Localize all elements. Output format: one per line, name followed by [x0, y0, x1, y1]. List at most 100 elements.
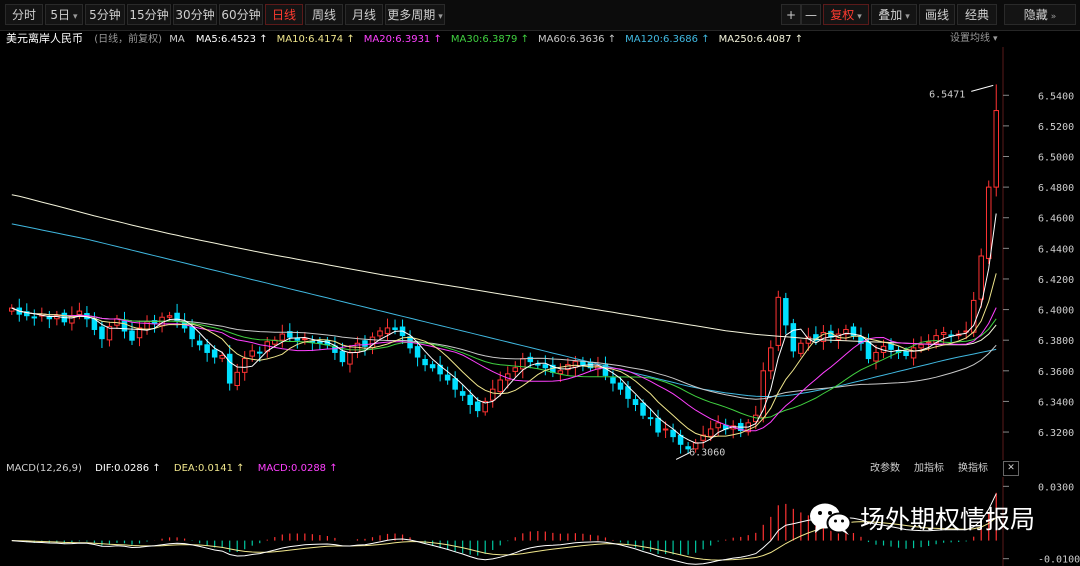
ma-label: MA	[169, 34, 185, 45]
candle-body	[392, 327, 398, 330]
candle-body	[617, 382, 624, 390]
chevron-down-icon: ▾	[73, 12, 78, 22]
candle-body	[978, 255, 984, 300]
period-tab-label: 分时	[11, 8, 36, 22]
arrow-up-icon: ↑	[343, 34, 355, 45]
candle-body	[580, 361, 586, 366]
add-indicator-button[interactable]: 加指标	[914, 460, 944, 477]
macd-arrow-icon: ↑	[329, 463, 338, 474]
toolbar-button-1[interactable]: —	[801, 4, 821, 25]
period-tab-label: 60分钟	[221, 8, 261, 22]
candle-body	[422, 358, 428, 366]
ma-legend-item: MA250:6.4087 ↑	[719, 34, 803, 45]
low-annotation: 6.3060	[689, 447, 725, 458]
arrow-up-icon: ↑	[604, 34, 617, 45]
period-tab-2[interactable]: 5分钟	[85, 4, 125, 25]
candle-body	[294, 337, 301, 341]
candle-body	[572, 361, 579, 368]
period-tab-4[interactable]: 30分钟	[173, 4, 217, 25]
candle-body	[775, 296, 782, 346]
candle-body	[768, 347, 774, 372]
toolbar-button-2[interactable]: 复权 ▾	[823, 4, 869, 25]
candle-body	[211, 349, 218, 358]
period-tab-0[interactable]: 分时	[5, 4, 43, 25]
candle-body	[234, 371, 240, 387]
period-tab-label: 5日	[50, 8, 71, 22]
ma-legend-value: MA250:6.4087	[718, 34, 792, 45]
ma-legend-value: MA120:6.3686	[625, 34, 699, 45]
toolbar-button-4[interactable]: 画线	[919, 4, 955, 25]
candle-body	[985, 186, 992, 259]
candle-body	[873, 351, 879, 362]
candle-body	[339, 350, 346, 363]
change-params-button[interactable]: 改参数	[870, 460, 900, 477]
candle-body	[918, 344, 924, 349]
y-tick-label: 6.4400	[1038, 244, 1074, 255]
period-tab-9[interactable]: 更多周期 ▾	[385, 4, 445, 25]
toolbar-button-6[interactable]: 隐藏»	[1004, 4, 1076, 25]
candle-body	[655, 417, 661, 433]
candle-body	[474, 401, 481, 412]
y-tick-label: 6.4600	[1038, 214, 1074, 225]
candle-body	[783, 298, 789, 326]
toolbar-button-0[interactable]: +	[781, 4, 801, 25]
arrow-up-icon: ↑	[430, 34, 442, 45]
period-tab-label: 日线	[271, 8, 296, 22]
y-tick-label: 6.5400	[1038, 91, 1074, 102]
period-tab-5[interactable]: 60分钟	[219, 4, 263, 25]
macd-value: MACD:0.0288	[257, 463, 327, 474]
candle-body	[414, 346, 421, 358]
toolbar-button-label: 经典	[964, 8, 989, 22]
candle-body	[31, 316, 38, 319]
toolbar-button-5[interactable]: 经典	[957, 4, 997, 25]
close-icon[interactable]: ✕	[1003, 461, 1019, 476]
candle-body	[715, 422, 721, 429]
macd-tick-label: 0.0300	[1038, 482, 1074, 493]
candle-body	[993, 110, 999, 188]
dea-value: DEA:0.0141	[173, 463, 233, 474]
y-tick-label: 6.4200	[1038, 275, 1074, 286]
candlestick-chart[interactable]: 6.5400 6.5200 6.5000 6.4800 6.4600 6.4400 6.42…	[0, 47, 1080, 460]
toolbar-button-3[interactable]: 叠加 ▾	[871, 4, 917, 25]
high-annotation: 6.5471	[929, 89, 965, 100]
watermark: 场外期权情报局	[808, 500, 1035, 536]
toolbar-button-label: 复权	[830, 8, 855, 22]
candle-body	[219, 355, 225, 359]
double-chevron-right-icon: »	[1050, 12, 1057, 22]
period-tab-1[interactable]: 5日 ▾	[45, 4, 83, 25]
candle-body	[903, 350, 909, 356]
candle-body	[249, 350, 255, 357]
ma10-line	[11, 273, 997, 438]
candle-body	[166, 315, 173, 318]
macd-tick-label: -0.0100	[1038, 555, 1080, 566]
y-tick-label: 6.3200	[1038, 428, 1074, 439]
period-tab-label: 月线	[351, 8, 376, 22]
period-tab-label: 15分钟	[129, 8, 169, 22]
candle-body	[196, 340, 203, 346]
y-tick-label: 6.5200	[1038, 122, 1074, 133]
candle-body	[377, 330, 383, 337]
candle-body	[302, 338, 308, 341]
period-tab-8[interactable]: 月线	[345, 4, 383, 25]
ma-settings-button[interactable]: 设置均线 ▾	[950, 30, 998, 47]
candle-body	[362, 340, 368, 347]
candle-body	[662, 428, 669, 431]
ma-legend-value: MA20:6.3931	[363, 34, 431, 45]
period-tab-label: 更多周期	[387, 8, 436, 22]
period-toolbar: 分时 5日 ▾ 5分钟 15分钟 30分钟 60分钟 日线 周线 月线 更多周期 ▾ + — 复权 ▾ 叠加 ▾ 画…	[0, 0, 1080, 31]
y-tick-label: 6.3800	[1038, 336, 1074, 347]
watermark-text: 场外期权情报局	[860, 505, 1036, 534]
candle-body	[99, 326, 105, 340]
candle-body	[257, 351, 263, 354]
macd-legend: MACD(12,26,9) DIF:0.0286 ↑ DEA:0.0141 ↑ …	[0, 460, 1080, 477]
period-tab-label: 周线	[311, 8, 336, 22]
macd-title: MACD(12,26,9)	[6, 463, 82, 474]
y-tick-label: 6.3400	[1038, 397, 1074, 408]
candle-body	[557, 370, 564, 375]
period-tab-6[interactable]: 日线	[265, 4, 303, 25]
switch-indicator-button[interactable]: 换指标	[958, 460, 988, 477]
ma-legend: 美元离岸人民币 (日线，前复权) MA MA5:6.4523 ↑ MA10:6.4…	[0, 30, 1080, 47]
period-tab-3[interactable]: 15分钟	[127, 4, 171, 25]
period-tab-7[interactable]: 周线	[305, 4, 343, 25]
high-arrow-icon	[971, 84, 994, 92]
